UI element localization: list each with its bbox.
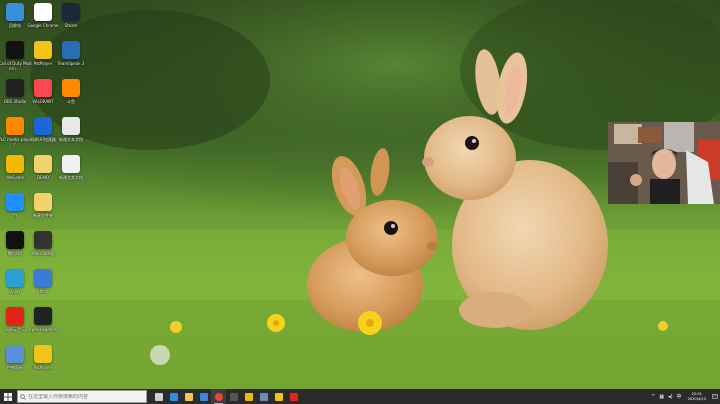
valorant-icon — [34, 79, 52, 97]
desktop-icon[interactable]: WeGame版 — [28, 231, 58, 267]
obs-icon — [6, 79, 24, 97]
uplay-icon — [6, 269, 24, 287]
desktop-icon[interactable]: PotPlayer — [28, 345, 58, 381]
taskbar-app-file-explorer[interactable] — [181, 389, 196, 404]
volume-icon[interactable]: ◂) — [668, 394, 672, 400]
search-icon — [18, 393, 28, 400]
taskbar-app-store[interactable] — [196, 389, 211, 404]
desktop-icon[interactable]: Apex Legends — [28, 307, 58, 343]
desktop-icon-label: TeamSpeak 3 — [57, 61, 85, 66]
control-panel-icon — [6, 345, 24, 363]
desktop-icon-label: PotPlayer — [33, 365, 53, 370]
taskbar-pinned-apps — [151, 389, 301, 404]
windows-logo-icon — [4, 392, 12, 401]
douyu-icon — [62, 79, 80, 97]
desktop-icon[interactable]: Uplay — [0, 269, 30, 305]
steam-icon — [259, 392, 268, 401]
yy-icon — [6, 193, 24, 211]
taskbar-clock[interactable]: 22:01 2020/4/13 — [688, 392, 706, 401]
system-tray: ^ ▦ ◂) 中 22:01 2020/4/13 — [649, 389, 720, 404]
task-view-icon — [154, 392, 163, 401]
file-explorer-icon — [184, 392, 193, 401]
desktop-icon-label: Ultra — [38, 289, 48, 294]
text-doc-icon — [62, 117, 80, 135]
desktop-icon-label: 新建文本文档 — [59, 175, 83, 180]
desktop-icon-label: WeGame版 — [31, 251, 55, 256]
desktop-icon[interactable]: Google Chrome — [27, 3, 59, 39]
taskbar: ^ ▦ ◂) 中 22:01 2020/4/13 — [0, 389, 720, 404]
uu-icon — [34, 117, 52, 135]
wegame-icon — [244, 392, 253, 401]
desktop-icon-label: 新建文件夹 — [33, 213, 53, 218]
desktop-icon[interactable]: 斗鱼 — [56, 79, 86, 115]
webcam-overlay — [608, 122, 720, 204]
desktop-icon[interactable]: Call of Duty Modern ... — [0, 41, 32, 77]
tray-chevron-icon[interactable]: ^ — [651, 394, 655, 400]
qq-icon — [6, 231, 24, 249]
wegame-icon — [6, 155, 24, 173]
netease-music-icon — [6, 307, 24, 325]
desktop-icon[interactable]: DEMO — [28, 155, 58, 191]
vlc-icon — [6, 117, 24, 135]
input-language[interactable]: 中 — [677, 393, 682, 400]
desktop-icon[interactable]: VALORANT — [28, 79, 58, 115]
store-icon — [199, 392, 208, 401]
folder-icon — [34, 155, 52, 173]
chrome-icon — [34, 3, 52, 21]
notification-icon — [712, 393, 718, 399]
desktop-icon[interactable]: WeGame — [0, 155, 30, 191]
desktop-icon[interactable]: 腾讯QQ — [0, 231, 30, 267]
edge-icon — [169, 392, 178, 401]
taskbar-app-chrome[interactable] — [211, 389, 226, 404]
taskbar-app-wegame[interactable] — [241, 389, 256, 404]
potplayer-icon — [34, 41, 52, 59]
desktop-icon-label: 斗鱼 — [67, 99, 75, 104]
chrome-icon — [214, 392, 223, 401]
potplayer-icon — [274, 392, 283, 401]
text-doc-icon — [62, 155, 80, 173]
cod-icon — [6, 41, 24, 59]
desktop-icon-label: Apex Legends — [28, 327, 58, 332]
desktop-icon[interactable]: 网易云音乐 — [0, 307, 30, 343]
desktop-icon[interactable]: 新建文件夹 — [28, 193, 58, 229]
recycle-bin-icon — [6, 3, 24, 21]
wegame-icon — [34, 231, 52, 249]
taskbar-search-box[interactable] — [17, 390, 147, 403]
steam-icon — [62, 3, 80, 21]
desktop-icon[interactable]: TeamSpeak 3 — [56, 41, 86, 77]
window-icon — [34, 269, 52, 287]
desktop-icon[interactable]: 新建文本文档 — [56, 155, 86, 191]
taskbar-app-netease-music[interactable] — [286, 389, 301, 404]
desktop-icon[interactable]: 回收站 — [0, 3, 30, 39]
taskbar-app-steam[interactable] — [256, 389, 271, 404]
desktop-icon-label: Steam — [64, 23, 78, 28]
obs-icon — [229, 392, 238, 401]
taskbar-app-edge[interactable] — [166, 389, 181, 404]
netease-music-icon — [289, 392, 298, 401]
clock-date: 2020/4/13 — [687, 396, 706, 401]
desktop-icon[interactable]: VLC media player — [0, 117, 32, 153]
taskbar-app-task-view[interactable] — [151, 389, 166, 404]
taskbar-app-obs[interactable] — [226, 389, 241, 404]
taskbar-app-potplayer[interactable] — [271, 389, 286, 404]
desktop-icon[interactable]: Steam — [56, 3, 86, 39]
network-icon[interactable]: ▦ — [659, 394, 664, 400]
potplayer-icon — [34, 345, 52, 363]
desktop-icon[interactable]: PotPlayer — [28, 41, 58, 77]
desktop-icon[interactable]: 网易UU加速器 — [28, 117, 58, 153]
desktop-icon[interactable]: 新建文本文档 — [56, 117, 86, 153]
desktop-icon[interactable]: OBS Studio — [0, 79, 30, 115]
teamspeak-icon — [62, 41, 80, 59]
start-button[interactable] — [0, 389, 16, 404]
desktop-icon-label: 新建文本文档 — [59, 137, 83, 142]
folder-icon — [34, 193, 52, 211]
desktop-icon[interactable]: 控制面板 — [0, 345, 30, 381]
search-input[interactable] — [28, 393, 138, 400]
apex-icon — [34, 307, 52, 325]
notification-center-button[interactable] — [710, 389, 720, 404]
desktop-icon[interactable]: YY — [0, 193, 30, 229]
desktop-icon[interactable]: Ultra — [28, 269, 58, 305]
